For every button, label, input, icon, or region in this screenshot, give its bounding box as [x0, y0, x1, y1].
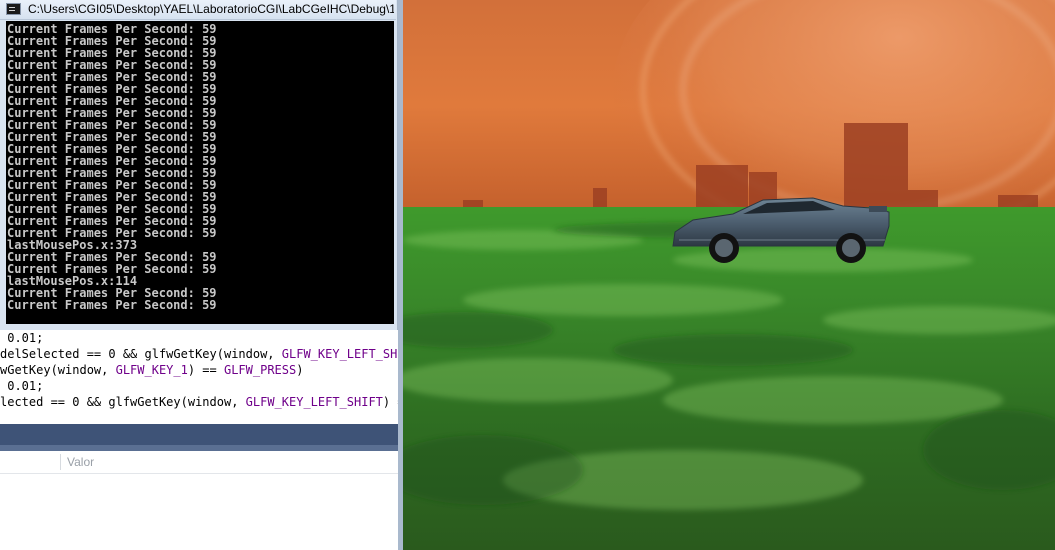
code-keyword: GLFW_KEY_LEFT_SHIF [281, 347, 400, 361]
code-line[interactable]: wGetKey(window, GLFW_KEY_1) == GLFW_PRES… [0, 362, 303, 378]
console-window[interactable]: C:\Users\CGI05\Desktop\YAEL\LaboratorioC… [0, 0, 398, 330]
console-title: C:\Users\CGI05\Desktop\YAEL\LaboratorioC… [28, 2, 394, 16]
code-line[interactable]: lected == 0 && glfwGetKey(window, GLFW_K… [0, 394, 400, 410]
code-line[interactable]: 0.01; [0, 378, 43, 394]
console-line: Current Frames Per Second: 59 [7, 298, 217, 312]
code-text: 0.01; [0, 331, 44, 345]
code-line[interactable]: delSelected == 0 && glfwGetKey(window, G… [0, 346, 400, 362]
opengl-viewport[interactable] [403, 0, 1055, 550]
code-text: wGetKey(window, [0, 363, 116, 377]
code-text: ) [296, 363, 304, 377]
code-keyword: GLFW_KEY_1 [115, 363, 188, 377]
code-line[interactable]: 0.01; [0, 330, 43, 346]
console-lines: Current Frames Per Second: 59 Current Fra… [7, 23, 217, 311]
scene-render [403, 0, 1055, 550]
code-text: 0.01; [0, 379, 44, 393]
properties-panel-header [0, 424, 400, 451]
code-text: ) == [187, 363, 224, 377]
column-header-valor[interactable]: Valor [67, 455, 94, 469]
console-app-icon[interactable] [6, 3, 21, 15]
properties-grid [0, 474, 400, 550]
code-editor[interactable]: 0.01; delSelected == 0 && glfwGetKey(win… [0, 328, 400, 424]
code-text: delSelected == 0 && glfwGetKey(window, [0, 347, 282, 361]
code-keyword: GLFW_KEY_LEFT_SHIFT [245, 395, 383, 409]
properties-grid-header: Valor [0, 451, 400, 474]
code-keyword: GLFW_PRESS [223, 363, 297, 377]
code-text: lected == 0 && glfwGetKey(window, [0, 395, 246, 409]
console-output[interactable]: Current Frames Per Second: 59 Current Fra… [6, 21, 394, 324]
console-titlebar[interactable]: C:\Users\CGI05\Desktop\YAEL\LaboratorioC… [0, 0, 396, 20]
column-divider[interactable] [60, 454, 61, 470]
